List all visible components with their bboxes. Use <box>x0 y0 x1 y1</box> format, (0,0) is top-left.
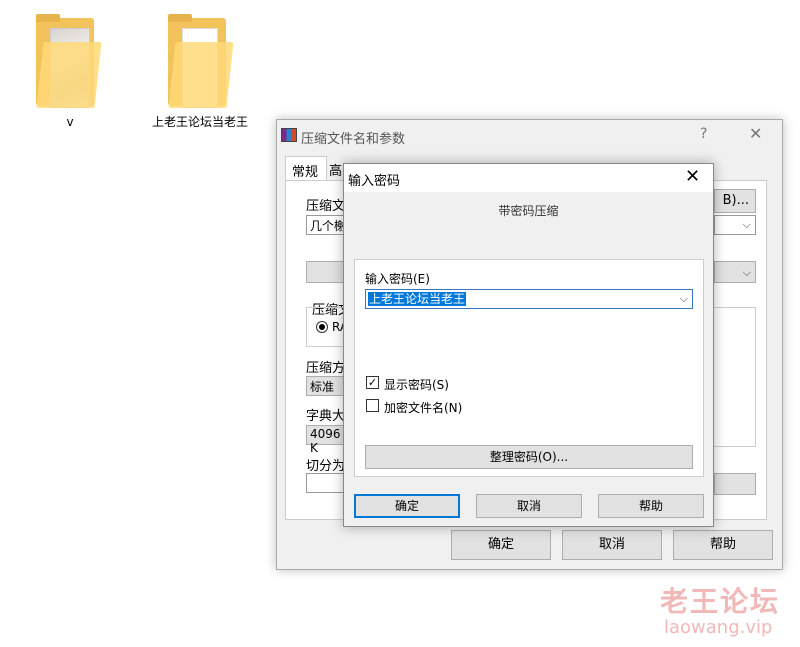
password-cancel-button[interactable]: 取消 <box>476 494 582 518</box>
show-password-checkbox[interactable]: ✓ <box>366 376 379 389</box>
password-dialog-titlebar: 输入密码 ✕ <box>344 164 713 192</box>
split-label: 切分为 <box>306 459 346 474</box>
password-value: 上老王论坛当老王 <box>368 292 467 306</box>
show-password-label: 显示密码(S) <box>384 378 449 392</box>
ok-button[interactable]: 确定 <box>451 530 551 560</box>
password-help-button[interactable]: 帮助 <box>598 494 704 518</box>
password-label: 输入密码(E) <box>365 272 430 286</box>
close-icon[interactable]: ✕ <box>749 124 762 143</box>
password-dialog: 输入密码 ✕ 带密码压缩 输入密码(E) 上老王论坛当老王 ⌵ ✓ 显示密码(S… <box>343 163 714 527</box>
close-icon[interactable]: ✕ <box>685 166 700 187</box>
archive-name-label: 压缩文 <box>306 199 346 214</box>
profile-dropdown-tail[interactable]: ⌵ <box>714 261 756 283</box>
method-label: 压缩方 <box>306 361 346 376</box>
set-password-button-tail[interactable] <box>714 473 756 495</box>
encrypt-names-checkbox[interactable] <box>366 399 379 412</box>
desktop-icon-label: v <box>66 115 74 129</box>
cancel-button[interactable]: 取消 <box>562 530 662 560</box>
folder-icon <box>36 14 102 108</box>
password-panel: 输入密码(E) 上老王论坛当老王 ⌵ ✓ 显示密码(S) 加密文件名(N) 整理… <box>354 259 704 477</box>
dialog-title: 压缩文件名和参数 <box>301 132 406 147</box>
winrar-icon <box>281 128 297 142</box>
encrypt-names-label: 加密文件名(N) <box>384 401 463 415</box>
help-button[interactable]: 帮助 <box>673 530 773 560</box>
password-input[interactable]: 上老王论坛当老王 ⌵ <box>365 289 693 309</box>
chevron-down-icon[interactable]: ⌵ <box>680 292 688 306</box>
help-icon[interactable]: ? <box>700 126 707 142</box>
folder-icon <box>168 14 234 108</box>
dict-label: 字典大 <box>306 409 346 424</box>
options-box <box>714 307 756 447</box>
organize-passwords-button[interactable]: 整理密码(O)... <box>365 445 693 469</box>
tab-general[interactable]: 常规 <box>285 156 327 180</box>
archive-name-dropdown-tail[interactable]: ⌵ <box>714 215 756 235</box>
watermark-url: laowang.vip <box>664 617 773 638</box>
watermark-text: 老王论坛 <box>660 585 781 618</box>
desktop-icon-laowang[interactable]: 上老王论坛当老王 <box>150 10 250 150</box>
tab-advanced[interactable]: 高 <box>329 160 342 179</box>
desktop-icon-label: 上老王论坛当老王 <box>151 115 248 129</box>
password-dialog-title: 输入密码 <box>348 174 401 189</box>
desktop-icon-v[interactable]: v <box>20 10 120 130</box>
password-ok-button[interactable]: 确定 <box>354 494 460 518</box>
rar-radio[interactable] <box>316 321 328 333</box>
chevron-down-icon: ⌵ <box>742 218 751 231</box>
password-dialog-heading: 带密码压缩 <box>498 204 559 218</box>
chevron-down-icon: ⌵ <box>742 266 751 279</box>
browse-button[interactable]: B)... <box>714 189 756 213</box>
